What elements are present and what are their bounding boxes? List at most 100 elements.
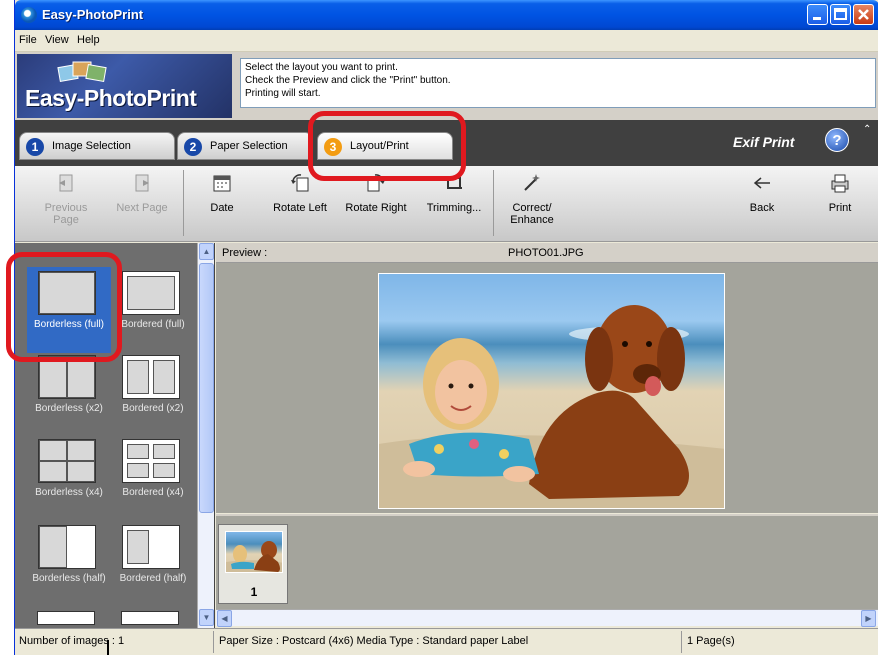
rotate-right-button[interactable]: Rotate Right: [341, 172, 411, 238]
rotate-left-icon: [291, 174, 309, 192]
preview-photo[interactable]: [378, 273, 725, 509]
mini-photo-image: [226, 541, 282, 572]
highlight-borderless-layout: [6, 252, 122, 362]
tab-image-selection[interactable]: 1 Image Selection: [19, 132, 175, 160]
layout-label: Borderless (x2): [35, 403, 103, 414]
menu-file[interactable]: File: [19, 34, 37, 46]
preview-label: Preview :: [222, 247, 268, 259]
thumbnail-index: 1: [250, 585, 258, 599]
next-page-button[interactable]: Next Page: [107, 172, 177, 238]
layout-thumbnail: [38, 439, 96, 483]
button-label: Print: [828, 202, 852, 214]
preview-header: Preview : PHOTO01.JPG: [216, 243, 878, 263]
button-label: Trimming...: [426, 202, 482, 214]
callout-pointer-line: [107, 640, 109, 655]
horizontal-scrollbar[interactable]: ◀ ▶: [216, 609, 878, 627]
logo-text: Easy-PhotoPrint: [25, 85, 197, 111]
layout-label: Bordered (x2): [122, 403, 184, 414]
tab-paper-selection[interactable]: 2 Paper Selection: [177, 132, 313, 160]
scroll-down-icon[interactable]: ▼: [199, 609, 214, 626]
menu-view[interactable]: View: [45, 34, 69, 46]
layout-borderless-x4[interactable]: Borderless (x4): [27, 435, 111, 521]
calendar-icon: [213, 175, 231, 192]
rotate-left-button[interactable]: Rotate Left: [265, 172, 335, 238]
minimize-icon: [813, 17, 821, 20]
preview-filename: PHOTO01.JPG: [508, 247, 584, 259]
trimming-button[interactable]: Trimming...: [419, 172, 489, 238]
toolbar-separator: [183, 170, 184, 236]
back-arrow-icon: [753, 177, 770, 189]
maximize-button[interactable]: [830, 4, 851, 25]
layout-label: Bordered (full): [121, 319, 185, 330]
layout-label: Borderless (half): [32, 573, 106, 584]
scroll-thumb[interactable]: [199, 263, 214, 513]
menu-bar: File View Help: [15, 30, 878, 52]
status-separator: [213, 631, 214, 653]
button-label: Back: [749, 202, 775, 214]
instruction-box: Select the layout you want to print. Che…: [240, 58, 876, 108]
layout-label: Bordered (half): [119, 573, 187, 584]
instruction-line: Select the layout you want to print.: [245, 62, 398, 73]
tab-label: Image Selection: [52, 140, 131, 152]
preview-area: [216, 263, 878, 513]
close-button[interactable]: [853, 4, 874, 25]
menu-help[interactable]: Help: [77, 34, 100, 46]
layout-thumbnail: [122, 271, 180, 315]
thumbnail-strip: 1: [216, 514, 878, 609]
step-number: 2: [184, 138, 202, 156]
layout-more-thumbnail[interactable]: [121, 611, 179, 625]
layout-bordered-x4[interactable]: Bordered (x4): [111, 435, 195, 521]
status-paper-info: Paper Size : Postcard (4x6) Media Type :…: [219, 635, 529, 647]
layout-borderless-x2[interactable]: Borderless (x2): [27, 351, 111, 437]
layout-borderless-half[interactable]: Borderless (half): [27, 521, 111, 607]
status-page-count: 1 Page(s): [687, 635, 735, 647]
layout-bordered-half[interactable]: Bordered (half): [111, 521, 195, 607]
previous-page-button[interactable]: Previous Page: [31, 172, 101, 238]
instruction-line: Check the Preview and click the "Print" …: [245, 75, 451, 86]
thumbnail-item[interactable]: 1: [218, 524, 288, 604]
button-label: Previous Page: [44, 202, 88, 226]
thumbnail-image: [225, 531, 283, 573]
app-icon: [21, 7, 37, 23]
minimize-button[interactable]: [807, 4, 828, 25]
toolbar-separator: [493, 170, 494, 236]
print-button[interactable]: Print: [805, 172, 875, 238]
status-bar: Number of images : 1 Paper Size : Postca…: [15, 628, 878, 655]
layout-bordered-full[interactable]: Bordered (full): [111, 267, 195, 353]
close-icon: [858, 9, 869, 20]
correct-enhance-button[interactable]: Correct/ Enhance: [497, 172, 567, 238]
layout-thumbnail: [122, 525, 180, 569]
layout-scrollbar[interactable]: ▲ ▼: [197, 243, 214, 628]
tab-label: Paper Selection: [210, 140, 288, 152]
photos-logo-icon: [57, 61, 107, 83]
button-label: Correct/ Enhance: [510, 202, 554, 226]
status-separator: [681, 631, 682, 653]
printer-icon: [831, 174, 849, 193]
scroll-right-icon[interactable]: ▶: [861, 610, 876, 627]
help-button[interactable]: ?: [825, 128, 849, 152]
layout-bordered-x2[interactable]: Bordered (x2): [111, 351, 195, 437]
exif-print-logo: Exif Print: [733, 134, 795, 150]
header: Easy-PhotoPrint Select the layout you wa…: [15, 52, 878, 120]
layout-label: Borderless (x4): [35, 487, 103, 498]
layout-thumbnail: [38, 525, 96, 569]
date-button[interactable]: Date: [187, 172, 257, 238]
button-label: Rotate Right: [345, 202, 407, 214]
back-button[interactable]: Back: [727, 172, 797, 238]
layout-thumbnail: [122, 355, 180, 399]
collapse-icon[interactable]: ⌃: [863, 124, 871, 135]
magic-wand-icon: [524, 174, 540, 191]
scroll-up-icon[interactable]: ▲: [199, 243, 214, 260]
title-bar[interactable]: Easy-PhotoPrint: [15, 0, 878, 30]
layout-more-thumbnail[interactable]: [37, 611, 95, 625]
photo-girl-dog-image: [379, 305, 724, 508]
window-title: Easy-PhotoPrint: [42, 7, 144, 22]
button-label: Date: [210, 202, 234, 214]
next-page-icon: [135, 174, 149, 192]
layout-label: Bordered (x4): [122, 487, 184, 498]
step-number: 1: [26, 138, 44, 156]
scroll-left-icon[interactable]: ◀: [217, 610, 232, 627]
app-window: Easy-PhotoPrint File View Help Easy-Phot…: [14, 0, 878, 655]
button-label: Next Page: [116, 202, 168, 214]
previous-page-icon: [59, 174, 73, 192]
